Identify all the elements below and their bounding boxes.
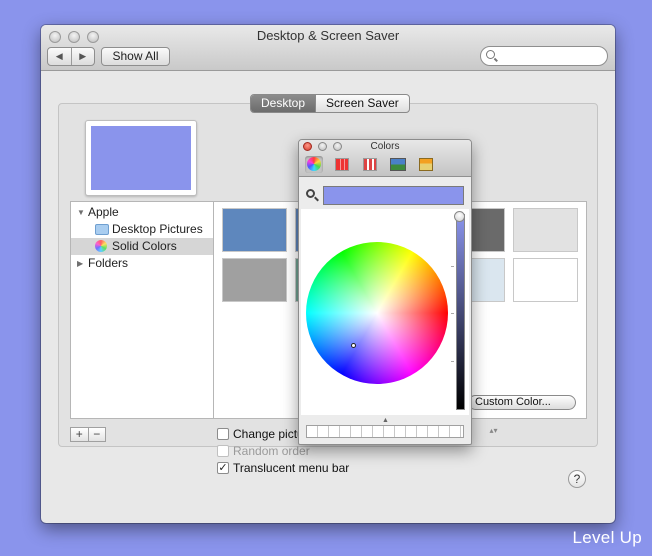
- translucent-menu-bar-checkbox[interactable]: ✓: [217, 462, 229, 474]
- color-swatch[interactable]: [513, 258, 578, 302]
- brightness-slider[interactable]: [456, 214, 465, 410]
- color-wheel-icon[interactable]: [305, 156, 323, 173]
- color-swatch-tray[interactable]: [306, 425, 464, 438]
- color-sliders-icon[interactable]: [333, 156, 351, 173]
- magnifier-icon[interactable]: [306, 189, 315, 198]
- toolbar: Desktop & Screen Saver ◀ ▶ Show All: [41, 25, 615, 71]
- colors-title: Colors: [370, 141, 400, 152]
- colors-panel: Colors ▲: [298, 139, 472, 445]
- slider-tick: [451, 313, 454, 314]
- add-remove-buttons: + −: [70, 427, 106, 442]
- search-input[interactable]: [480, 46, 608, 66]
- crayons-icon[interactable]: [417, 156, 435, 173]
- random-order-checkbox: [217, 445, 229, 457]
- desktop-preview: [85, 120, 197, 196]
- sidebar-item-label: Solid Colors: [112, 239, 177, 253]
- color-swatch[interactable]: [468, 258, 505, 302]
- add-folder-button[interactable]: +: [71, 428, 89, 441]
- color-wheel-area: [301, 209, 469, 415]
- disclosure-expanded-icon[interactable]: ▼: [77, 204, 85, 221]
- color-swatch[interactable]: [222, 258, 287, 302]
- translucent-menu-bar-label: Translucent menu bar: [233, 461, 350, 475]
- colors-titlebar: Colors: [299, 140, 471, 177]
- sidebar-item-folders[interactable]: ▶ Folders: [71, 255, 213, 272]
- color-palettes-icon[interactable]: [361, 156, 379, 173]
- sidebar-item-label: Apple: [88, 205, 119, 219]
- sidebar-item-label: Desktop Pictures: [112, 222, 203, 236]
- folder-icon: [95, 224, 109, 235]
- disclosure-collapsed-icon[interactable]: ▶: [77, 255, 83, 272]
- help-button[interactable]: ?: [568, 470, 586, 488]
- remove-folder-button[interactable]: −: [89, 428, 106, 441]
- color-wheel[interactable]: [306, 242, 448, 384]
- color-swatch[interactable]: [222, 208, 287, 252]
- custom-color-button[interactable]: Custom Color...: [468, 395, 576, 410]
- random-order-label: Random order: [233, 444, 310, 458]
- nav-arrows: ◀ ▶: [47, 47, 95, 66]
- color-swatch[interactable]: [513, 208, 578, 252]
- sidebar-item-desktop-pictures[interactable]: Desktop Pictures: [71, 221, 213, 238]
- search-icon: [486, 50, 495, 59]
- current-color-swatch[interactable]: [323, 186, 464, 205]
- tray-grab-handle[interactable]: ▲: [382, 417, 389, 424]
- change-picture-checkbox[interactable]: [217, 428, 229, 440]
- tab-bar: Desktop Screen Saver: [250, 94, 410, 113]
- show-all-button[interactable]: Show All: [101, 47, 170, 66]
- source-list: ▼ Apple Desktop Pictures Solid Colors ▶ …: [70, 201, 213, 419]
- interval-popup-arrows[interactable]: ▴▾: [485, 427, 502, 442]
- change-picture-label: Change pictu: [233, 427, 304, 441]
- color-orb-icon: [95, 240, 107, 252]
- slider-tick: [451, 266, 454, 267]
- brightness-slider-knob[interactable]: [454, 211, 465, 222]
- color-swatch[interactable]: [468, 208, 505, 252]
- sidebar-item-apple[interactable]: ▼ Apple: [71, 204, 213, 221]
- back-button[interactable]: ◀: [48, 48, 72, 65]
- color-wheel-selector[interactable]: [351, 343, 356, 348]
- slider-tick: [451, 361, 454, 362]
- sidebar-item-solid-colors[interactable]: Solid Colors: [71, 238, 213, 255]
- watermark: Level Up: [572, 528, 642, 547]
- forward-button[interactable]: ▶: [72, 48, 95, 65]
- window-title: Desktop & Screen Saver: [256, 28, 400, 43]
- desktop-preview-image: [91, 126, 191, 190]
- sidebar-item-label: Folders: [88, 256, 129, 270]
- tab-desktop[interactable]: Desktop: [251, 95, 316, 112]
- tab-screen-saver[interactable]: Screen Saver: [315, 95, 409, 112]
- image-palettes-icon[interactable]: [389, 156, 407, 173]
